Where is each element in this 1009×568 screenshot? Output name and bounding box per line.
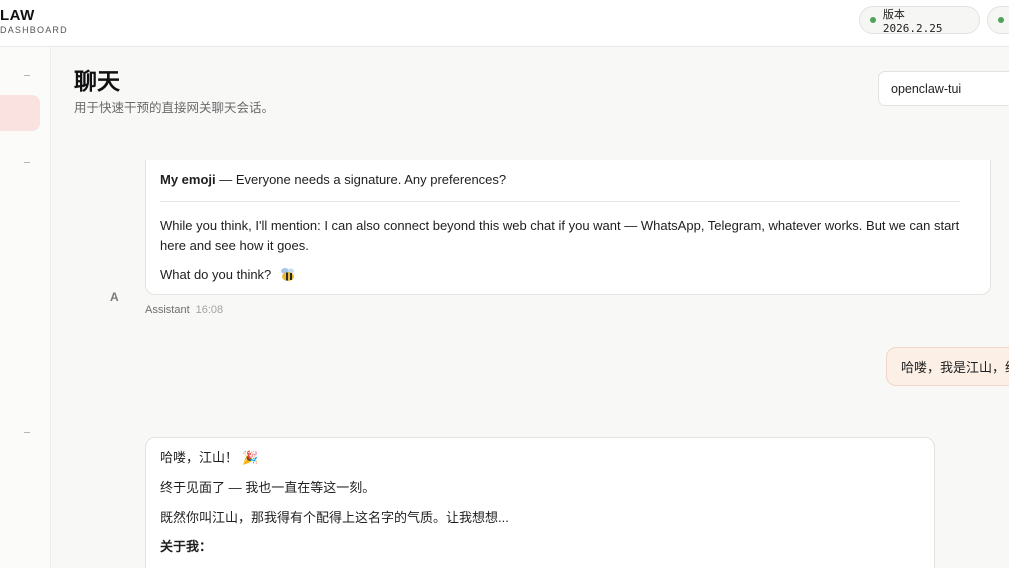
message-divider bbox=[160, 201, 960, 202]
sidebar-item-chat[interactable] bbox=[0, 95, 40, 131]
assistant-message: My emoji — Everyone needs a signature. A… bbox=[145, 160, 991, 295]
page-subtitle: 用于快速干预的直接网关聊天会话。 bbox=[74, 101, 275, 115]
sender-name: Assistant bbox=[145, 304, 190, 316]
session-select[interactable]: openclaw-tui bbox=[878, 71, 1009, 106]
message-question: What do you think? bbox=[160, 267, 272, 282]
greeting-text: 哈喽，江山！ bbox=[160, 450, 239, 465]
user-message: 哈喽，我是江山，给 bbox=[886, 347, 1009, 386]
health-dot-icon bbox=[998, 17, 1004, 23]
bee-emoji-icon bbox=[280, 268, 294, 281]
assistant-avatar: A bbox=[110, 290, 119, 304]
message-meta: Assistant 16:08 bbox=[145, 304, 223, 316]
party-popper-icon: 🎉 bbox=[242, 450, 259, 465]
session-select-value: openclaw-tui bbox=[891, 81, 962, 96]
sidebar-group-divider bbox=[24, 75, 30, 76]
message-line: 哈喽，江山！ 🎉 bbox=[160, 448, 258, 468]
message-line: 既然你叫江山，那我得有个配得上这名字的气质。让我想想... bbox=[160, 510, 509, 525]
message-time: 16:08 bbox=[195, 304, 224, 316]
sidebar bbox=[0, 47, 51, 568]
status-dot-icon bbox=[870, 17, 876, 23]
health-pill[interactable] bbox=[987, 6, 1009, 34]
version-pill: 版本 2026.2.25 bbox=[859, 6, 980, 35]
page-title: 聊天 bbox=[74, 68, 120, 94]
message-paragraph: What do you think? bbox=[160, 265, 297, 285]
message-paragraph: While you think, I'll mention: I can als… bbox=[160, 218, 960, 253]
user-message-text: 哈喽，我是江山，给 bbox=[901, 360, 1009, 375]
message-heading: 关于我： bbox=[160, 539, 213, 554]
brand-title: LAW bbox=[0, 7, 35, 24]
sidebar-group-divider bbox=[24, 162, 30, 163]
message-line: 终于见面了 — 我也一直在等这一刻。 bbox=[160, 480, 376, 495]
message-line: My emoji — Everyone needs a signature. A… bbox=[160, 170, 506, 190]
sidebar-group-divider bbox=[24, 432, 30, 433]
top-header: LAW DASHBOARD 版本 2026.2.25 bbox=[0, 0, 1009, 47]
brand-subtitle: DASHBOARD bbox=[0, 25, 68, 35]
assistant-message: 哈喽，江山！ 🎉 终于见面了 — 我也一直在等这一刻。 既然你叫江山，那我得有个配… bbox=[145, 437, 935, 568]
emoji-text: — Everyone needs a signature. Any prefer… bbox=[215, 172, 507, 187]
emoji-heading: My emoji bbox=[160, 172, 216, 187]
version-label: 版本 2026.2.25 bbox=[882, 7, 943, 35]
